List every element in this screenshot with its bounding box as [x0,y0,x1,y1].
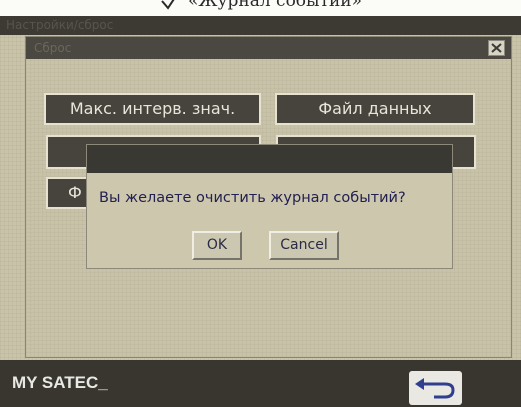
close-icon [491,43,502,53]
dialog-message: Вы желаете очистить журнал событий? [99,190,406,206]
device-name-label: MY SATEC_ [12,373,108,392]
reset-window-titlebar: Сброс [26,37,511,59]
status-bar: MY SATEC_ [0,360,521,407]
cancel-button[interactable]: Cancel [269,231,339,260]
document-caption: «Журнал событий» [188,0,363,11]
document-caption-strip: «Журнал событий» [0,0,521,16]
confirm-dialog: Вы желаете очистить журнал событий? OK C… [86,144,453,269]
screen-title: Настройки/сброс [6,18,114,32]
dialog-titlebar [87,145,452,173]
checkmark-icon [160,0,178,12]
back-arrow-icon [415,378,455,399]
max-interval-values-button[interactable]: Макс. интерв. знач. [44,93,261,125]
reset-window-title: Сброс [34,41,72,55]
photo-frame: «Журнал событий» Настройки/сброс Сброс М… [0,0,521,407]
ok-button[interactable]: OK [192,231,242,260]
back-button[interactable] [409,371,462,405]
data-file-button[interactable]: Файл данных [275,93,475,125]
close-button[interactable] [488,40,505,56]
screen-titlebar: Настройки/сброс [0,16,521,35]
